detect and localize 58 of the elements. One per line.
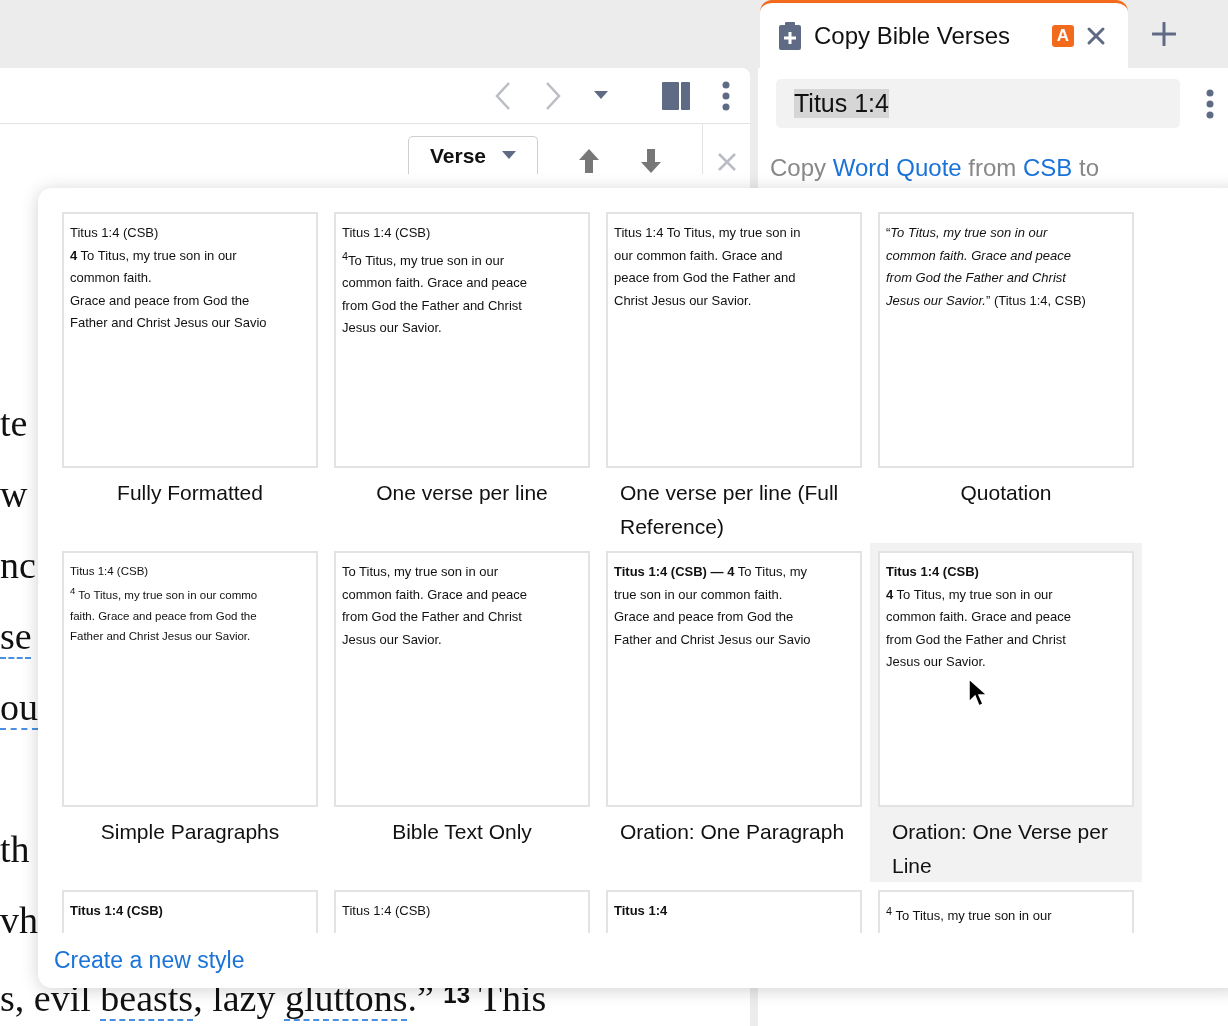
- style-name: One verse per line: [375, 480, 549, 506]
- document-text: se: [0, 615, 32, 657]
- more-icon[interactable]: [1206, 88, 1214, 119]
- split-view-icon[interactable]: [662, 81, 690, 110]
- style-option[interactable]: Titus 1:4 (CSB): [54, 882, 326, 933]
- style-option[interactable]: “To Titus, my true son in our common faith. Grace and peace from God the Father and Christ Jesus our Savior.” (Titus 1:4, CSB) Quotation: [870, 204, 1142, 543]
- style-option[interactable]: Titus 1:4 (CSB): [326, 882, 598, 933]
- close-icon[interactable]: [1086, 25, 1106, 46]
- preview-text: Titus 1:4 (CSB) 4 To Titus, my true son in our common faith. Grace and peace from God the Father and Christ Jesus our Savior.: [886, 563, 1072, 671]
- document-text: ou: [0, 686, 38, 728]
- style-option[interactable]: Titus 1:4 (CSB) $^{4}$To Titus, my true son in our common faith. Grace and peace from God the Father and Christ Jesus our Savior. One verse per line: [326, 204, 598, 543]
- style-option[interactable]: Titus 1:4 (CSB) 4 To Titus, my true son in our common faith. Grace and peace from God the Father and Christ Jesus our Savio Fully Formatted: [54, 204, 326, 543]
- document-text: vh: [0, 899, 38, 941]
- preview-text: To Titus, my true son in our common faith. Grace and peace from God the Father and Christ Jesus our Savior.: [342, 563, 528, 649]
- cursor-icon: [968, 678, 988, 708]
- preview-text: Titus 1:4 (CSB): [70, 902, 164, 920]
- style-option[interactable]: Titus 1:4 (CSB) — 4 To Titus, my true son in our common faith. Grace and peace from God the Father and Christ Jesus our Savio Oration: One Paragraph: [598, 543, 870, 882]
- document-text: w: [0, 473, 28, 515]
- down-arrow-icon[interactable]: [640, 148, 662, 174]
- preview-text: Titus 1:4 To Titus, my true son in our common faith. Grace and peace from God the Father and Christ Jesus our Savior.: [614, 224, 802, 310]
- preview-text: Titus 1:4 (CSB) 4 To Titus, my true son in our common faith. Grace and peace from God the Father and Christ Jesus our Savio: [70, 224, 268, 332]
- preview-text: $^{4}$ To Titus, my true son in our: [886, 904, 1053, 926]
- create-style-link[interactable]: Create a new style: [54, 947, 245, 974]
- clipboard-icon: [778, 20, 802, 51]
- option-link[interactable]: Word Quote: [832, 154, 962, 181]
- more-icon[interactable]: [722, 80, 730, 111]
- style-option[interactable]: $^{4}$ To Titus, my true son in our: [870, 882, 1142, 933]
- style-option[interactable]: Titus 1:4 (CSB) 4 To Titus, my true son in our common faith. Grace and peace from God the Father and Christ Jesus our Savior. Oration: One Verse per Line: [870, 543, 1142, 882]
- option-link[interactable]: CSB: [1023, 154, 1073, 181]
- plus-icon[interactable]: [1152, 22, 1176, 46]
- reference-field[interactable]: Titus 1:4: [776, 79, 1180, 128]
- style-name: Oration: One Paragraph: [619, 819, 846, 845]
- style-name: Simple Paragraphs: [99, 819, 281, 845]
- panel-tab[interactable]: Copy Bible Verses A: [760, 0, 1128, 68]
- document-text: te: [0, 402, 28, 444]
- document-text: th: [0, 828, 30, 870]
- style-option[interactable]: Titus 1:4 To Titus, my true son in our common faith. Grace and peace from God the Father and Christ Jesus our Savior. One verse per line (Full Reference): [598, 204, 870, 543]
- copy-settings-text: Copy Word Quote from CSB to: [770, 154, 1101, 182]
- style-option[interactable]: To Titus, my true son in our common faith. Grace and peace from God the Father and Christ Jesus our Savior. Bible Text Only: [326, 543, 598, 882]
- up-arrow-icon[interactable]: [578, 148, 600, 174]
- style-option[interactable]: Titus 1:4: [598, 882, 870, 933]
- preview-text: Titus 1:4 (CSB): [342, 902, 432, 920]
- preview-text: Titus 1:4 (CSB) $^{4}$ To Titus, my true son in our commo faith. Grace and peace from God the Father and Christ Jesus our Savior.: [70, 564, 259, 645]
- style-name: Quotation: [959, 480, 1053, 506]
- style-name: Oration: One Verse per Line: [891, 819, 1109, 879]
- caret-icon[interactable]: [594, 91, 608, 100]
- style-option[interactable]: Titus 1:4 (CSB) $^{4}$ To Titus, my true son in our commo faith. Grace and peace from God the Father and Christ Jesus our Savior. Simple Paragraphs: [54, 543, 326, 882]
- style-name: Bible Text Only: [391, 819, 533, 845]
- style-name: Fully Formatted: [116, 480, 264, 506]
- style-name: One verse per line (Full Reference): [619, 480, 840, 540]
- document-text: nc: [0, 544, 36, 586]
- verse-dropdown[interactable]: Verse: [408, 136, 538, 174]
- preview-text: “To Titus, my true son in our common faith. Grace and peace from God the Father and Christ Jesus our Savior.” (Titus 1:4, CSB): [886, 224, 1087, 310]
- badge: A: [1051, 24, 1074, 47]
- preview-text: Titus 1:4: [614, 902, 669, 920]
- preview-text: Titus 1:4 (CSB) — 4 To Titus, my true son in our common faith. Grace and peace from God the Father and Christ Jesus our Savio: [614, 563, 812, 649]
- caret-icon: [502, 151, 517, 160]
- preview-text: Titus 1:4 (CSB) $^{4}$To Titus, my true son in our common faith. Grace and peace from God the Father and Christ Jesus our Savior.: [342, 224, 528, 338]
